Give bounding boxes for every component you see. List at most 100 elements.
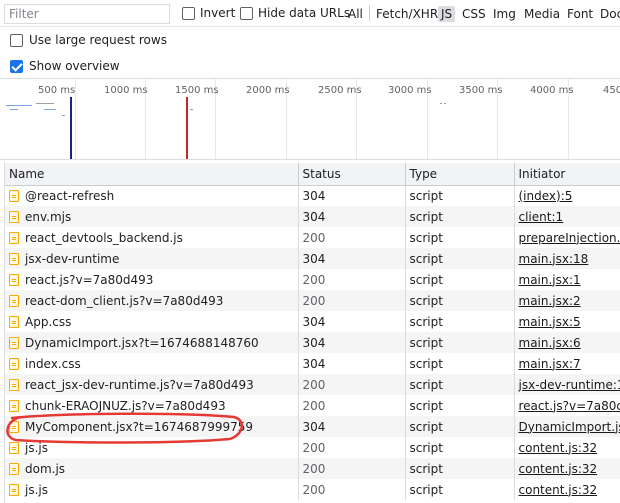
invert-checkbox[interactable]: Invert — [182, 6, 235, 20]
table-row[interactable]: jsx-dev-runtime 304 script main.jsx:18 — [5, 248, 620, 269]
request-name[interactable]: js.js — [25, 483, 48, 497]
request-initiator-link[interactable]: client:1 — [519, 210, 564, 224]
request-initiator-link[interactable]: (index):5 — [519, 189, 573, 203]
request-initiator-link[interactable]: jsx-dev-runtime:1 — [519, 378, 620, 392]
network-overview[interactable]: 500 ms 1000 ms 1500 ms 2000 ms 2500 ms 3… — [0, 78, 620, 160]
request-initiator-cell[interactable]: content.js:32 — [514, 479, 620, 500]
table-row[interactable]: App.css 304 script main.jsx:5 — [5, 311, 620, 332]
type-filter-font[interactable]: Font — [567, 7, 593, 21]
table-row[interactable]: react-dom_client.js?v=7a80d493 200 script m… — [5, 290, 620, 311]
name-cell[interactable]: @react-refresh — [5, 185, 299, 206]
request-name[interactable]: env.mjs — [25, 210, 71, 224]
table-row[interactable]: js.js 200 script content.js:32 — [5, 437, 620, 458]
request-initiator-cell[interactable]: content.js:32 — [514, 437, 620, 458]
column-header-name[interactable]: Name — [5, 163, 299, 186]
hide-data-urls-checkbox-box[interactable] — [240, 6, 253, 20]
name-cell[interactable]: chunk-ERAOJNUZ.js?v=7a80d493 — [5, 395, 299, 416]
name-cell[interactable]: index.css — [5, 353, 299, 374]
name-cell[interactable]: App.css — [5, 311, 299, 332]
type-filter-doc[interactable]: Doc — [600, 7, 620, 21]
table-row[interactable]: react_jsx-dev-runtime.js?v=7a80d493 200 sc… — [5, 374, 620, 395]
request-name[interactable]: js.js — [25, 441, 48, 455]
request-name[interactable]: App.css — [25, 315, 71, 329]
large-request-rows-checkbox[interactable] — [10, 33, 23, 47]
invert-checkbox-box[interactable] — [182, 6, 195, 20]
name-cell[interactable]: jsx-dev-runtime — [5, 248, 299, 269]
request-initiator-cell[interactable]: client:1 — [514, 206, 620, 227]
request-name[interactable]: react_devtools_backend.js — [25, 231, 183, 245]
name-cell[interactable]: react.js?v=7a80d493 — [5, 269, 299, 290]
request-initiator-link[interactable]: main.jsx:5 — [519, 315, 581, 329]
request-name[interactable]: DynamicImport.jsx?t=1674688148760 — [25, 336, 259, 350]
name-cell[interactable]: dom.js — [5, 458, 299, 479]
request-initiator-cell[interactable]: content.js:32 — [514, 458, 620, 479]
name-cell[interactable]: react_jsx-dev-runtime.js?v=7a80d493 — [5, 374, 299, 395]
request-initiator-link[interactable]: content.js:32 — [519, 462, 598, 476]
request-initiator-link[interactable]: main.jsx:2 — [519, 294, 581, 308]
show-overview-option[interactable]: Show overview — [10, 59, 120, 73]
table-row[interactable]: js.js 200 script content.js:32 — [5, 479, 620, 500]
name-cell[interactable]: react-dom_client.js?v=7a80d493 — [5, 290, 299, 311]
request-initiator-cell[interactable]: main.jsx:6 — [514, 332, 620, 353]
request-initiator-cell[interactable]: DynamicImport.jsx: — [514, 416, 620, 437]
large-request-rows-option[interactable]: Use large request rows — [10, 33, 167, 47]
request-initiator-cell[interactable]: main.jsx:2 — [514, 290, 620, 311]
script-file-icon — [9, 462, 19, 475]
request-initiator-cell[interactable]: main.jsx:1 — [514, 269, 620, 290]
request-name[interactable]: react.js?v=7a80d493 — [25, 273, 153, 287]
filter-input[interactable] — [4, 4, 170, 24]
name-cell[interactable]: js.js — [5, 479, 299, 500]
request-initiator-cell[interactable]: jsx-dev-runtime:1 — [514, 374, 620, 395]
request-initiator-link[interactable]: content.js:32 — [519, 441, 598, 455]
table-row[interactable]: DynamicImport.jsx?t=1674688148760 304 scri… — [5, 332, 620, 353]
column-header-status[interactable]: Status — [298, 163, 406, 186]
request-initiator-link[interactable]: main.jsx:18 — [519, 252, 589, 266]
table-row[interactable]: chunk-ERAOJNUZ.js?v=7a80d493 200 script rea… — [5, 395, 620, 416]
request-initiator-link[interactable]: prepareInjection.js: — [519, 231, 620, 245]
name-cell[interactable]: react_devtools_backend.js — [5, 227, 299, 248]
request-initiator-cell[interactable]: prepareInjection.js: — [514, 227, 620, 248]
request-initiator-link[interactable]: main.jsx:7 — [519, 357, 581, 371]
request-name[interactable]: MyComponent.jsx?t=1674687999759 — [25, 420, 253, 434]
request-initiator-cell[interactable]: (index):5 — [514, 185, 620, 206]
request-initiator-cell[interactable]: main.jsx:7 — [514, 353, 620, 374]
request-name[interactable]: chunk-ERAOJNUZ.js?v=7a80d493 — [25, 399, 226, 413]
request-name[interactable]: index.css — [25, 357, 81, 371]
table-row[interactable]: react_devtools_backend.js 200 script prepar… — [5, 227, 620, 248]
show-overview-checkbox[interactable] — [10, 59, 23, 73]
name-cell[interactable]: js.js — [5, 437, 299, 458]
name-cell[interactable]: env.mjs — [5, 206, 299, 227]
table-row[interactable]: MyComponent.jsx?t=1674687999759 304 script… — [5, 416, 620, 437]
request-name[interactable]: react-dom_client.js?v=7a80d493 — [25, 294, 223, 308]
type-filter-fetch-xhr[interactable]: Fetch/XHR — [376, 7, 438, 21]
type-filter-js[interactable]: JS — [438, 6, 456, 22]
request-name[interactable]: react_jsx-dev-runtime.js?v=7a80d493 — [25, 378, 254, 392]
table-row[interactable]: react.js?v=7a80d493 200 script main.jsx:1 — [5, 269, 620, 290]
request-initiator-cell[interactable]: react.js?v=7a80d4 — [514, 395, 620, 416]
request-name[interactable]: jsx-dev-runtime — [25, 252, 119, 266]
request-initiator-link[interactable]: main.jsx:6 — [519, 336, 581, 350]
script-file-icon — [9, 189, 19, 202]
type-filter-media[interactable]: Media — [524, 7, 560, 21]
request-initiator-link[interactable]: react.js?v=7a80d4 — [519, 399, 620, 413]
request-initiator-link[interactable]: content.js:32 — [519, 483, 598, 497]
column-header-initiator[interactable]: Initiator — [514, 163, 620, 186]
request-status: 200 — [298, 395, 406, 416]
table-row[interactable]: index.css 304 script main.jsx:7 — [5, 353, 620, 374]
request-name[interactable]: dom.js — [25, 462, 65, 476]
type-filter-css[interactable]: CSS — [462, 7, 486, 21]
hide-data-urls-checkbox[interactable]: Hide data URLs — [240, 6, 350, 20]
table-row[interactable]: @react-refresh 304 script (index):5 — [5, 185, 620, 206]
table-row[interactable]: dom.js 200 script content.js:32 — [5, 458, 620, 479]
name-cell[interactable]: DynamicImport.jsx?t=1674688148760 — [5, 332, 299, 353]
request-initiator-link[interactable]: main.jsx:1 — [519, 273, 581, 287]
request-name[interactable]: @react-refresh — [25, 189, 114, 203]
request-initiator-cell[interactable]: main.jsx:5 — [514, 311, 620, 332]
table-row[interactable]: env.mjs 304 script client:1 — [5, 206, 620, 227]
type-filter-img[interactable]: Img — [493, 7, 516, 21]
name-cell[interactable]: MyComponent.jsx?t=1674687999759 — [5, 416, 299, 437]
request-initiator-cell[interactable]: main.jsx:18 — [514, 248, 620, 269]
request-initiator-link[interactable]: DynamicImport.jsx: — [519, 420, 620, 434]
column-header-type[interactable]: Type — [405, 163, 515, 186]
type-filter-all[interactable]: All — [348, 7, 363, 21]
